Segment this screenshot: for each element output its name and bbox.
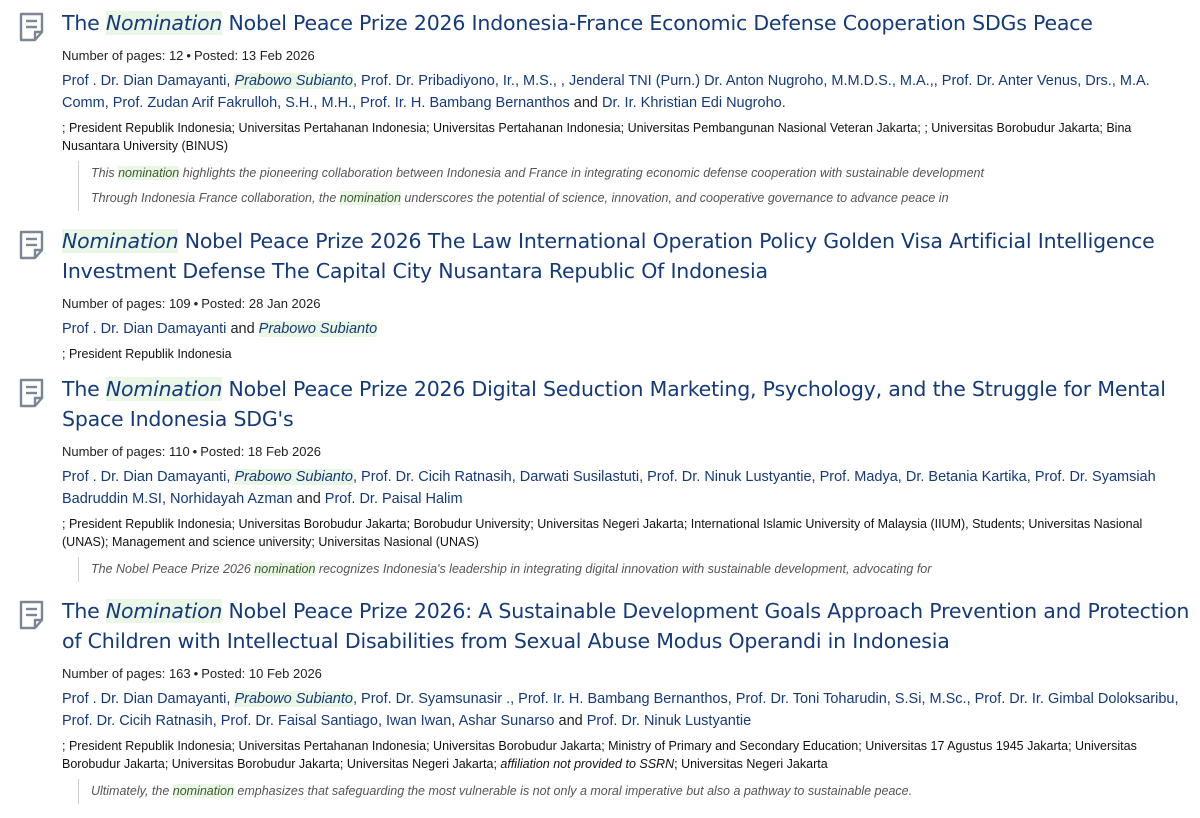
author-link[interactable]: Prabowo Subianto	[234, 469, 353, 485]
author-link[interactable]: Prof. Zudan Arif Fakrulloh, S.H., M.H.	[113, 95, 352, 111]
snippet-line: Ultimately, the nomination emphasizes th…	[91, 784, 913, 798]
title-text: The	[62, 599, 106, 623]
meta-separator: •	[193, 296, 199, 311]
affiliations: ; President Republik Indonesia; Universi…	[62, 739, 1137, 771]
author-link[interactable]: Prof. Ir. H. Bambang Bernanthos	[518, 691, 728, 707]
posted-date: Posted: 18 Feb 2026	[200, 444, 321, 459]
author-link[interactable]: Prof. Ir. H. Bambang Bernanthos	[360, 95, 570, 111]
author-link[interactable]: Prof. Madya	[820, 469, 898, 485]
author-link[interactable]: Prof. Dr. Toni Toharudin, S.Si, M.Sc.	[736, 691, 967, 707]
snippet-block: Ultimately, the nomination emphasizes th…	[78, 779, 1192, 804]
author-link[interactable]: Jenderal TNI (Purn.) Dr. Anton Nugroho, …	[569, 73, 934, 89]
and-text: and	[558, 713, 583, 729]
author-link[interactable]: Prof . Dr. Dian Damayanti	[62, 321, 226, 337]
author-link[interactable]: Darwati Susilastuti	[520, 469, 639, 485]
title-highlight: Nomination	[62, 229, 179, 253]
and-text: and	[230, 321, 255, 337]
author-link[interactable]: Prabowo Subianto	[234, 73, 353, 89]
affiliation-missing-note: affiliation not provided to SSRN	[500, 757, 675, 771]
author-link[interactable]: Prabowo Subianto	[258, 321, 378, 337]
result-item: The Nomination Nobel Peace Prize 2026 Di…	[0, 374, 1200, 596]
author-link[interactable]: Prabowo Subianto	[234, 691, 353, 707]
author-link[interactable]: Prof . Dr. Dian Damayanti	[62, 73, 226, 89]
snippet-block: The Nobel Peace Prize 2026 nomination re…	[78, 557, 1192, 582]
title-text: Nobel Peace Prize 2026 Digital Seduction…	[62, 377, 1166, 431]
title-text: Nobel Peace Prize 2026: A Sustainable De…	[62, 599, 1190, 653]
author-link[interactable]: Prof. Dr. Ninuk Lustyantie	[587, 713, 751, 729]
snippet-line: This nomination highlights the pioneerin…	[91, 166, 984, 180]
search-results-list: The Nomination Nobel Peace Prize 2026 In…	[0, 0, 1200, 806]
snippet-highlight: nomination	[118, 166, 180, 180]
author-link[interactable]: Dr. Ir. Khristian Edi Nugroho.	[602, 95, 786, 111]
result-item: Nomination Nobel Peace Prize 2026 The La…	[0, 226, 1200, 374]
title-text: The	[62, 11, 106, 35]
page-count: Number of pages: 109	[62, 296, 191, 311]
document-icon	[18, 12, 46, 42]
title-highlight: Nomination	[105, 599, 223, 623]
meta-separator: •	[193, 666, 199, 681]
snippet-highlight: nomination	[254, 562, 316, 576]
affiliations: ; President Republik Indonesia	[62, 347, 232, 361]
document-icon	[18, 230, 46, 260]
author-list: Prof . Dr. Dian Damayanti and Prabowo Su…	[62, 318, 1192, 340]
paper-title-link[interactable]: The Nomination Nobel Peace Prize 2026 In…	[62, 8, 1192, 38]
author-link[interactable]: Prof. Dr. Ninuk Lustyantie	[647, 469, 811, 485]
author-link[interactable]: Prof. Dr. Faisal Santiago	[221, 713, 378, 729]
author-list: Prof . Dr. Dian Damayanti, Prabowo Subia…	[62, 691, 1179, 729]
author-link[interactable]: Prof. Dr. Cicih Ratnasih	[361, 469, 512, 485]
snippet-highlight: nomination	[339, 191, 401, 205]
author-link[interactable]: Prof. Dr. Ir. Gimbal Doloksaribu	[975, 691, 1175, 707]
author-link[interactable]: Ashar Sunarso	[459, 713, 555, 729]
snippet-block: This nomination highlights the pioneerin…	[78, 161, 1192, 211]
meta-separator: •	[186, 48, 191, 63]
affiliations: ; President Republik Indonesia; Universi…	[62, 517, 1143, 549]
page-count: Number of pages: 163	[62, 666, 191, 681]
author-link[interactable]: Prof. Dr. Cicih Ratnasih	[62, 713, 213, 729]
author-link[interactable]: Prof . Dr. Dian Damayanti	[62, 691, 226, 707]
page-count: Number of pages: 12	[62, 48, 184, 63]
author-link[interactable]: Norhidayah Azman	[170, 491, 293, 507]
author-link[interactable]: Prof. Dr. Paisal Halim	[325, 491, 463, 507]
document-icon	[18, 378, 46, 408]
author-list: Prof . Dr. Dian Damayanti, Prabowo Subia…	[62, 73, 1150, 111]
and-text: and	[296, 491, 321, 507]
meta-separator: •	[192, 444, 198, 459]
snippet-highlight: nomination	[172, 784, 234, 798]
posted-date: Posted: 10 Feb 2026	[201, 666, 322, 681]
result-item: The Nomination Nobel Peace Prize 2026 In…	[0, 8, 1200, 226]
title-text: Nobel Peace Prize 2026 Indonesia-France …	[222, 11, 1093, 35]
paper-title-link[interactable]: The Nomination Nobel Peace Prize 2026: A…	[62, 596, 1192, 656]
affiliations: ; President Republik Indonesia; Universi…	[62, 121, 1132, 153]
paper-meta: Number of pages: 109 • Posted: 28 Jan 2026	[62, 295, 1192, 313]
author-link[interactable]: Prof. Dr. Pribadiyono, Ir., M.S.,	[361, 73, 561, 89]
author-link[interactable]: Iwan Iwan	[386, 713, 451, 729]
paper-meta: Number of pages: 110 • Posted: 18 Feb 2026	[62, 443, 1192, 461]
result-item: The Nomination Nobel Peace Prize 2026: A…	[0, 596, 1200, 806]
paper-title-link[interactable]: The Nomination Nobel Peace Prize 2026 Di…	[62, 374, 1192, 434]
paper-meta: Number of pages: 12 • Posted: 13 Feb 2026	[62, 47, 1192, 65]
title-highlight: Nomination	[105, 377, 223, 401]
author-link[interactable]: Prof. Dr. Syamsunasir .	[361, 691, 510, 707]
author-link[interactable]: Dr. Betania Kartika	[906, 469, 1027, 485]
title-text: The	[62, 377, 106, 401]
author-link[interactable]: Prof . Dr. Dian Damayanti	[62, 469, 226, 485]
paper-meta: Number of pages: 163 • Posted: 10 Feb 2026	[62, 665, 1192, 683]
posted-date: Posted: 13 Feb 2026	[193, 48, 315, 63]
page-count: Number of pages: 110	[62, 444, 190, 459]
document-icon	[18, 600, 46, 630]
snippet-line: Through Indonesia France collaboration, …	[91, 191, 949, 205]
title-text: Nobel Peace Prize 2026 The Law Internati…	[62, 229, 1155, 283]
and-text: and	[573, 95, 598, 111]
paper-title-link[interactable]: Nomination Nobel Peace Prize 2026 The La…	[62, 226, 1192, 286]
title-highlight: Nomination	[105, 11, 223, 35]
author-list: Prof . Dr. Dian Damayanti, Prabowo Subia…	[62, 469, 1156, 507]
posted-date: Posted: 28 Jan 2026	[201, 296, 321, 311]
snippet-line: The Nobel Peace Prize 2026 nomination re…	[91, 562, 932, 576]
